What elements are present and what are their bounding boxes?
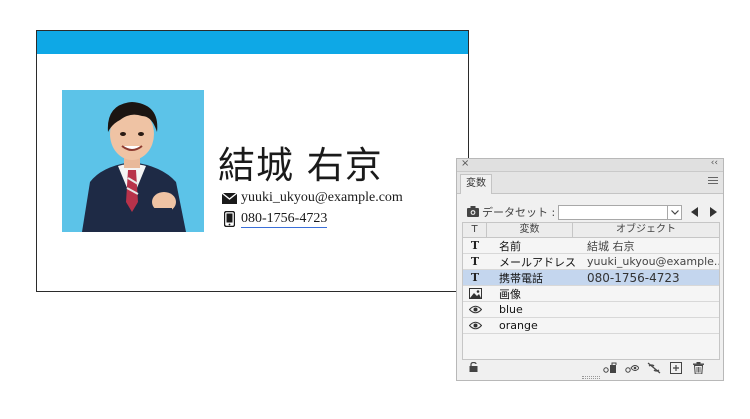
- panel-menu-icon[interactable]: [708, 177, 718, 186]
- visibility-type-icon: [463, 305, 487, 314]
- card-header-band: [37, 31, 468, 54]
- text-type-icon: T: [470, 271, 480, 284]
- card-email-text: yuuki_ukyou@example.com: [241, 190, 403, 205]
- lock-icon[interactable]: [469, 361, 478, 372]
- resize-grip[interactable]: [582, 376, 600, 379]
- table-row[interactable]: blue: [463, 302, 719, 318]
- bound-object: 080-1756-4723: [587, 270, 680, 285]
- variable-name: 名前: [499, 239, 521, 253]
- card-phone-text[interactable]: 080-1756-4723: [241, 211, 328, 228]
- panel-tabbar: 変数: [457, 172, 723, 194]
- chevron-down-icon[interactable]: [668, 204, 683, 220]
- tab-variables[interactable]: 変数: [460, 174, 492, 194]
- portrait-illustration: [62, 90, 204, 232]
- bound-object: 結城 右京: [587, 239, 635, 253]
- next-dataset-icon[interactable]: [706, 205, 720, 219]
- envelope-icon: [221, 190, 237, 206]
- card-phone-line: 080-1756-4723: [221, 209, 328, 229]
- variable-name: blue: [499, 303, 523, 316]
- profile-photo[interactable]: [62, 90, 204, 232]
- column-header-variable[interactable]: 変数: [487, 223, 573, 237]
- previous-dataset-icon[interactable]: [687, 205, 701, 219]
- card-name: 結城 右京: [218, 144, 383, 187]
- footer-actions: [603, 361, 705, 374]
- table-row[interactable]: 画像: [463, 286, 719, 302]
- variables-panel: × ‹‹ 変数 データセット : T 変数 オブジェクト T 名前 結城 右京 …: [456, 158, 724, 381]
- table-row[interactable]: T 名前 結城 右京: [463, 238, 719, 254]
- variable-name: 携帯電話: [499, 271, 543, 285]
- column-header-object[interactable]: オブジェクト: [573, 223, 719, 237]
- panel-footer: [457, 359, 723, 375]
- unbind-variable-icon[interactable]: [647, 361, 661, 374]
- close-icon[interactable]: ×: [461, 158, 469, 169]
- column-header-type[interactable]: T: [463, 223, 487, 237]
- make-dynamic-object-icon[interactable]: [603, 361, 617, 374]
- visibility-type-icon: [463, 321, 487, 330]
- table-row[interactable]: T メールアドレス yuuki_ukyou@example...: [463, 254, 719, 270]
- variable-name: 画像: [499, 287, 521, 301]
- text-type-icon: T: [470, 239, 480, 252]
- text-type-icon: T: [470, 255, 480, 268]
- dataset-label: データセット :: [482, 206, 556, 219]
- collapse-icon[interactable]: ‹‹: [711, 158, 718, 168]
- camera-icon[interactable]: [467, 206, 479, 218]
- mobile-phone-icon: [221, 211, 237, 227]
- image-type-icon: [463, 288, 487, 299]
- table-row[interactable]: orange: [463, 318, 719, 334]
- new-variable-icon[interactable]: [669, 361, 683, 374]
- table-header: T 変数 オブジェクト: [463, 223, 719, 238]
- dataset-row: データセット :: [467, 203, 720, 221]
- business-card-artboard: 結城 右京 yuuki_ukyou@example.com 080-1756-4…: [36, 30, 469, 292]
- variables-rows: T 名前 結城 右京 T メールアドレス yuuki_ukyou@example... T 携…: [463, 238, 719, 334]
- table-row[interactable]: T 携帯電話 080-1756-4723: [463, 270, 719, 286]
- bound-object: yuuki_ukyou@example...: [587, 255, 719, 268]
- trash-icon[interactable]: [691, 361, 705, 374]
- variable-name: メールアドレス: [499, 255, 576, 269]
- card-email-line: yuuki_ukyou@example.com: [221, 188, 403, 208]
- panel-titlebar[interactable]: × ‹‹: [457, 158, 723, 172]
- dataset-input[interactable]: [558, 204, 669, 220]
- variable-name: orange: [499, 319, 538, 332]
- make-visibility-dynamic-icon[interactable]: [625, 361, 639, 374]
- variables-table: T 変数 オブジェクト T 名前 結城 右京 T メールアドレス yuuki_ukyou@…: [462, 222, 720, 360]
